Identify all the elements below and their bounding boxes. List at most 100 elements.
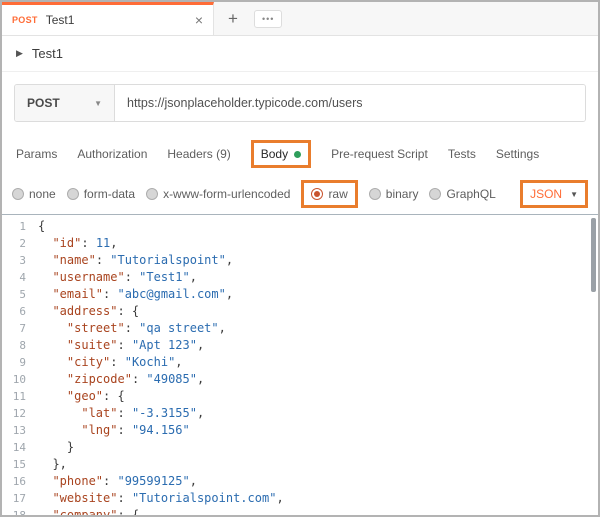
code-text: }, [38,456,67,473]
code-line[interactable]: 15 }, [2,456,598,473]
body-content-dot [294,151,301,158]
code-line[interactable]: 2 "id": 11, [2,235,598,252]
code-line[interactable]: 8 "suite": "Apt 123", [2,337,598,354]
line-number: 14 [2,439,38,456]
code-line[interactable]: 5 "email": "abc@gmail.com", [2,286,598,303]
code-text: "name": "Tutorialspoint", [38,252,233,269]
body-mode-label: binary [386,187,419,201]
line-number: 1 [2,218,38,235]
scrollbar-thumb[interactable] [591,218,596,292]
tab-tests[interactable]: Tests [448,147,476,161]
line-number: 3 [2,252,38,269]
line-number: 15 [2,456,38,473]
request-title: Test1 [32,46,63,61]
code-text: "username": "Test1", [38,269,197,286]
radio-icon [146,188,158,200]
tab-headers-9[interactable]: Headers (9) [167,147,230,161]
url-input[interactable]: https://jsonplaceholder.typicode.com/use… [115,85,585,121]
tab-params[interactable]: Params [16,147,57,161]
new-tab-button[interactable]: + [214,2,252,35]
code-line[interactable]: 17 "website": "Tutorialspoint.com", [2,490,598,507]
request-bar: POST ▼ https://jsonplaceholder.typicode.… [2,72,598,134]
line-number: 6 [2,303,38,320]
body-mode-graphql[interactable]: GraphQL [429,187,495,201]
tab-authorization[interactable]: Authorization [77,147,147,161]
line-number: 18 [2,507,38,515]
code-text: "street": "qa street", [38,320,226,337]
line-number: 11 [2,388,38,405]
request-title-row[interactable]: ▶ Test1 [2,36,598,72]
code-text: "phone": "99599125", [38,473,197,490]
body-mode-label: raw [328,187,347,201]
code-line[interactable]: 6 "address": { [2,303,598,320]
body-editor[interactable]: 1{2 "id": 11,3 "name": "Tutorialspoint",… [2,214,598,515]
code-line[interactable]: 10 "zipcode": "49085", [2,371,598,388]
line-number: 9 [2,354,38,371]
code-line[interactable]: 3 "name": "Tutorialspoint", [2,252,598,269]
code-text: } [38,439,74,456]
chevron-right-icon: ▶ [16,48,23,59]
radio-icon [369,188,381,200]
body-mode-raw[interactable]: raw [301,180,357,208]
code-line[interactable]: 11 "geo": { [2,388,598,405]
code-line[interactable]: 13 "lng": "94.156" [2,422,598,439]
line-number: 13 [2,422,38,439]
method-select[interactable]: POST ▼ [15,85,115,121]
tab-settings[interactable]: Settings [496,147,539,161]
more-tabs-button[interactable]: ••• [254,10,282,28]
line-number: 5 [2,286,38,303]
close-icon[interactable]: × [195,13,203,27]
postman-window: POST Test1 × + ••• ▶ Test1 POST ▼ https:… [0,0,600,517]
code-text: "lat": "-3.3155", [38,405,204,422]
request-tabs: Params Authorization Headers (9) Body Pre-re… [2,134,598,174]
code-text: { [38,218,45,235]
line-number: 17 [2,490,38,507]
ellipsis-icon: ••• [262,14,274,24]
code-text: "geo": { [38,388,125,405]
code-text: "suite": "Apt 123", [38,337,204,354]
code-line[interactable]: 18 "company": { [2,507,598,515]
code-line[interactable]: 9 "city": "Kochi", [2,354,598,371]
radio-icon [311,188,323,200]
line-number: 12 [2,405,38,422]
code-text: "id": 11, [38,235,118,252]
code-text: "lng": "94.156" [38,422,190,439]
code-text: "website": "Tutorialspoint.com", [38,490,284,507]
tab-label: Pre-request Script [331,147,428,161]
code-line[interactable]: 14 } [2,439,598,456]
body-mode-x-www-form-urlencoded[interactable]: x-www-form-urlencoded [146,187,290,201]
code-text: "email": "abc@gmail.com", [38,286,233,303]
body-mode-form-data[interactable]: form-data [67,187,135,201]
request-tab[interactable]: POST Test1 × [2,2,214,35]
body-mode-label: form-data [84,187,135,201]
code-text: "zipcode": "49085", [38,371,204,388]
tab-method-label: POST [12,15,38,25]
plus-icon: + [228,9,238,29]
radio-icon [429,188,441,200]
chevron-down-icon: ▼ [570,190,578,199]
line-number: 7 [2,320,38,337]
tab-label: Headers (9) [167,147,230,161]
tab-label: Settings [496,147,539,161]
url-text: https://jsonplaceholder.typicode.com/use… [127,96,363,110]
code-line[interactable]: 7 "street": "qa street", [2,320,598,337]
code-line[interactable]: 12 "lat": "-3.3155", [2,405,598,422]
body-mode-label: none [29,187,56,201]
code-line[interactable]: 1{ [2,218,598,235]
body-type-row: none form-data x-www-form-urlencoded raw bin… [2,174,598,214]
tab-pre-request-script[interactable]: Pre-request Script [331,147,428,161]
tab-label: Tests [448,147,476,161]
tab-label: Params [16,147,57,161]
body-mode-label: x-www-form-urlencoded [163,187,290,201]
code-line[interactable]: 16 "phone": "99599125", [2,473,598,490]
code-text: "address": { [38,303,139,320]
tab-body[interactable]: Body [251,140,311,168]
format-value: JSON [530,187,562,201]
tab-label: Body [261,147,288,161]
body-mode-none[interactable]: none [12,187,56,201]
code-line[interactable]: 4 "username": "Test1", [2,269,598,286]
body-mode-binary[interactable]: binary [369,187,419,201]
line-number: 8 [2,337,38,354]
body-mode-label: GraphQL [446,187,495,201]
format-select[interactable]: JSON ▼ [520,180,588,208]
